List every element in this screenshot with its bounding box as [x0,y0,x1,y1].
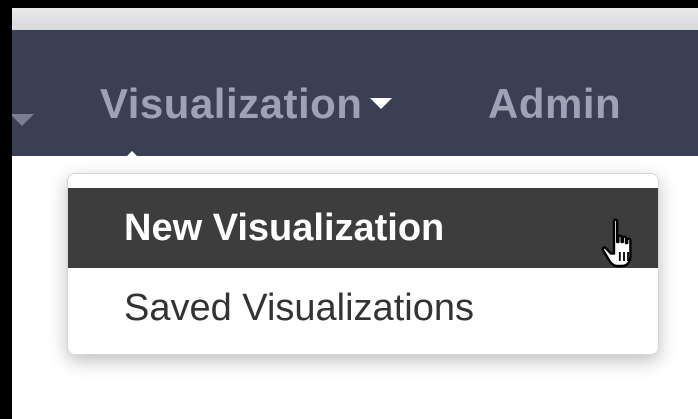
browser-chrome-strip [12,8,698,30]
dropdown-pointer [110,151,154,173]
nav-item-admin[interactable]: Admin [488,80,621,128]
caret-down-icon [370,98,393,110]
screenshot-frame: Visualization Admin New Visualization Sa… [0,0,698,419]
menu-item-new-visualization[interactable]: New Visualization [68,188,658,268]
hand-pointer-icon [601,218,632,268]
menu-item-saved-visualizations[interactable]: Saved Visualizations [68,268,658,348]
visualization-dropdown-menu: New Visualization Saved Visualizations [67,173,659,355]
caret-down-icon[interactable] [12,114,34,126]
top-navbar: Visualization Admin [12,30,698,156]
nav-item-visualization-label: Visualization [100,80,363,127]
nav-item-visualization[interactable]: Visualization [100,80,393,128]
app-window: Visualization Admin New Visualization Sa… [12,8,698,419]
